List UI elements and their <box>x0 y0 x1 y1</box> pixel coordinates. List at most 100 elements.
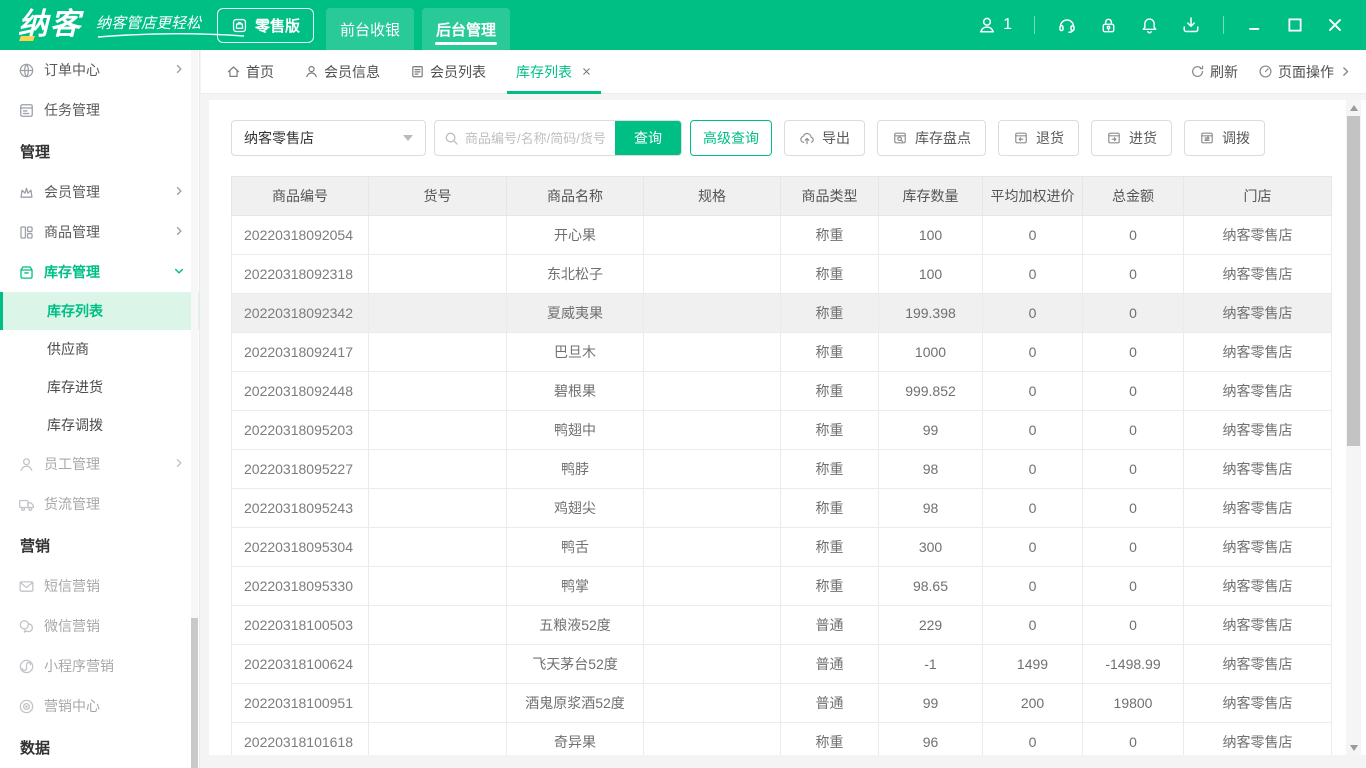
stocktake-button[interactable]: 库存盘点 <box>877 120 986 156</box>
topnav-cashier[interactable]: 前台收银 <box>326 8 414 50</box>
table-cell: 开心果 <box>507 216 644 255</box>
scroll-down-arrow[interactable] <box>1346 740 1361 755</box>
table-row[interactable]: 20220318095304鸭舌称重30000纳客零售店 <box>232 528 1332 567</box>
table-cell: 20220318092054 <box>232 216 369 255</box>
sidebar-item[interactable]: 小程序营销 <box>0 646 199 686</box>
sidebar-item[interactable]: 货流管理 <box>0 484 199 524</box>
inventory-panel: 纳客零售店 查询 高级查询 导出库存盘点退货进货调拨 商品编号货号商品名称规格商… <box>209 100 1366 755</box>
tab-首页[interactable]: 首页 <box>211 50 289 94</box>
notifications-button[interactable] <box>1140 16 1159 35</box>
scrollbar-thumb[interactable] <box>1347 116 1360 446</box>
user-icon <box>977 15 997 35</box>
table-cell: 称重 <box>781 489 879 528</box>
table-cell: 飞天茅台52度 <box>507 645 644 684</box>
table-cell: 纳客零售店 <box>1184 333 1332 372</box>
page-operations-button[interactable]: 页面操作 <box>1258 62 1352 82</box>
sidebar-item[interactable]: 商品管理 <box>0 212 199 252</box>
sidebar-item[interactable]: 任务管理 <box>0 90 199 130</box>
bag-icon <box>231 17 248 34</box>
sidebar-item[interactable]: 营销中心 <box>0 686 199 726</box>
tab-库存列表[interactable]: 库存列表 <box>501 50 607 94</box>
tab-close-icon[interactable] <box>581 64 592 80</box>
lock-button[interactable] <box>1099 16 1118 35</box>
column-header: 平均加权进价 <box>983 177 1083 216</box>
scroll-up-arrow[interactable] <box>1346 100 1361 115</box>
sidebar-section-label: 数据 <box>0 726 199 768</box>
table-cell: 0 <box>1083 528 1184 567</box>
table-row[interactable]: 20220318092448碧根果称重999.85200纳客零售店 <box>232 372 1332 411</box>
maximize-icon <box>1286 16 1304 34</box>
download-button[interactable] <box>1181 15 1201 35</box>
refresh-button[interactable]: 刷新 <box>1190 62 1238 82</box>
sidebar-scrollbar[interactable] <box>191 50 198 768</box>
column-header: 库存数量 <box>879 177 983 216</box>
table-cell: 纳客零售店 <box>1184 645 1332 684</box>
table-cell: 20220318095243 <box>232 489 369 528</box>
table-row[interactable]: 20220318100503五粮液52度普通22900纳客零售店 <box>232 606 1332 645</box>
table-row[interactable]: 20220318100624飞天茅台52度普通-11499-1498.99纳客零… <box>232 645 1332 684</box>
search-button[interactable]: 查询 <box>615 120 681 156</box>
table-cell: 巴旦木 <box>507 333 644 372</box>
close-button[interactable] <box>1326 16 1344 34</box>
table-cell: 20220318095227 <box>232 450 369 489</box>
table-cell <box>369 606 507 645</box>
sidebar-scrollbar-thumb[interactable] <box>191 618 198 768</box>
sidebar-subitem[interactable]: 库存进货 <box>0 368 199 406</box>
return-button[interactable]: 退货 <box>998 120 1079 156</box>
table-row[interactable]: 20220318100951酒鬼原浆酒52度普通9920019800纳客零售店 <box>232 684 1332 723</box>
support-button[interactable] <box>1057 15 1077 35</box>
return-icon <box>1013 130 1029 146</box>
truck-icon <box>18 496 35 513</box>
table-cell: 0 <box>983 255 1083 294</box>
sidebar-item[interactable]: 短信营销 <box>0 566 199 606</box>
table-row[interactable]: 20220318095203鸭翅中称重9900纳客零售店 <box>232 411 1332 450</box>
store-select[interactable]: 纳客零售店 <box>231 120 426 156</box>
box-icon <box>18 264 35 281</box>
search-input[interactable] <box>459 121 615 155</box>
table-cell <box>369 216 507 255</box>
transfer-icon <box>1199 130 1215 146</box>
sidebar-item[interactable]: 库存管理 <box>0 252 199 292</box>
online-users[interactable]: 1 <box>977 15 1012 35</box>
table-cell: 0 <box>983 567 1083 606</box>
sidebar-subitem[interactable]: 供应商 <box>0 330 199 368</box>
table-cell: 称重 <box>781 294 879 333</box>
sidebar-item[interactable]: 微信营销 <box>0 606 199 646</box>
store-select-value: 纳客零售店 <box>244 128 314 148</box>
maximize-button[interactable] <box>1286 16 1304 34</box>
table-row[interactable]: 20220318101618奇异果称重9600纳客零售店 <box>232 723 1332 756</box>
crown-icon <box>18 184 35 201</box>
vertical-scrollbar[interactable] <box>1346 100 1361 755</box>
table-row[interactable]: 20220318095330鸭掌称重98.6500纳客零售店 <box>232 567 1332 606</box>
purchase-button[interactable]: 进货 <box>1091 120 1172 156</box>
table-row[interactable]: 20220318095243鸡翅尖称重9800纳客零售店 <box>232 489 1332 528</box>
table-cell <box>369 489 507 528</box>
table-cell: 纳客零售店 <box>1184 684 1332 723</box>
table-row[interactable]: 20220318092318东北松子称重10000纳客零售店 <box>232 255 1332 294</box>
table-row[interactable]: 20220318092054开心果称重10000纳客零售店 <box>232 216 1332 255</box>
inventory-table: 商品编号货号商品名称规格商品类型库存数量平均加权进价总金额门店 20220318… <box>231 176 1332 755</box>
table-row[interactable]: 20220318095227鸭脖称重9800纳客零售店 <box>232 450 1332 489</box>
advanced-search-button[interactable]: 高级查询 <box>690 120 772 156</box>
topbar: 纳客 纳客管店更轻松 零售版 前台收银后台管理 1 <box>0 0 1366 50</box>
sidebar-item[interactable]: 订单中心 <box>0 50 199 90</box>
table-body: 20220318092054开心果称重10000纳客零售店20220318092… <box>232 216 1332 756</box>
table-row[interactable]: 20220318092342夏威夷果称重199.39800纳客零售店 <box>232 294 1332 333</box>
sidebar-subitem[interactable]: 库存调拨 <box>0 406 199 444</box>
headset-icon <box>1057 15 1077 35</box>
sidebar-item[interactable]: 员工管理 <box>0 444 199 484</box>
sidebar-subitem[interactable]: 库存列表 <box>0 292 199 330</box>
sidebar-item[interactable]: 会员管理 <box>0 172 199 212</box>
table-cell: 0 <box>1083 723 1184 756</box>
tab-会员信息[interactable]: 会员信息 <box>289 50 395 94</box>
table-cell <box>369 294 507 333</box>
tab-会员列表[interactable]: 会员列表 <box>395 50 501 94</box>
table-cell: 999.852 <box>879 372 983 411</box>
table-row[interactable]: 20220318092417巴旦木称重100000纳客零售店 <box>232 333 1332 372</box>
minimize-button[interactable] <box>1246 16 1264 34</box>
topnav-backoffice[interactable]: 后台管理 <box>422 8 510 50</box>
table-cell <box>644 645 781 684</box>
export-button[interactable]: 导出 <box>784 120 865 156</box>
table-cell <box>644 372 781 411</box>
transfer-button[interactable]: 调拨 <box>1184 120 1265 156</box>
